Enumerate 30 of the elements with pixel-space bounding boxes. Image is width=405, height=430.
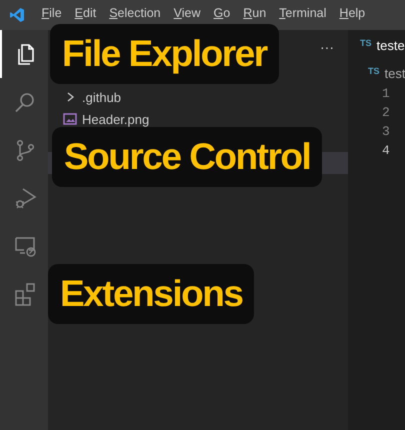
menu-item[interactable]: Edit [74, 6, 96, 20]
blocks-icon [13, 282, 37, 306]
menu-item[interactable]: Selection [109, 6, 161, 20]
file-name: .github [82, 90, 122, 104]
menu-item[interactable]: Run [243, 6, 266, 20]
typescript-icon: TS [360, 38, 372, 48]
file-tree-item[interactable]: Header.png [48, 108, 348, 130]
line-number: 4 [382, 142, 391, 160]
breadcrumb-item[interactable]: test [384, 66, 405, 80]
more-actions-button[interactable]: ··· [320, 39, 334, 55]
app-logo-icon [9, 7, 25, 23]
menu-item[interactable]: Help [339, 6, 366, 20]
callout-tooltip: Source Control [52, 127, 322, 187]
file-tree-item[interactable]: .github [48, 86, 348, 108]
menu-item[interactable]: Go [214, 6, 230, 20]
line-number: 1 [382, 85, 391, 103]
editor-tab[interactable]: TS teste [348, 30, 405, 60]
menu-item[interactable]: Terminal [279, 6, 326, 20]
line-number: 2 [382, 104, 391, 122]
menu-item[interactable]: File [42, 6, 62, 20]
line-number: 3 [382, 123, 391, 141]
search-icon [13, 90, 37, 114]
callout-tooltip: File Explorer [50, 24, 279, 84]
menu-item[interactable]: View [174, 6, 201, 20]
image-file-icon [63, 113, 77, 125]
callout-tooltip: Extensions [48, 264, 254, 324]
file-name: Header.png [82, 112, 150, 126]
tab-label: teste [376, 38, 405, 52]
play-bug-icon [13, 186, 37, 210]
typescript-icon: TS [368, 66, 380, 76]
